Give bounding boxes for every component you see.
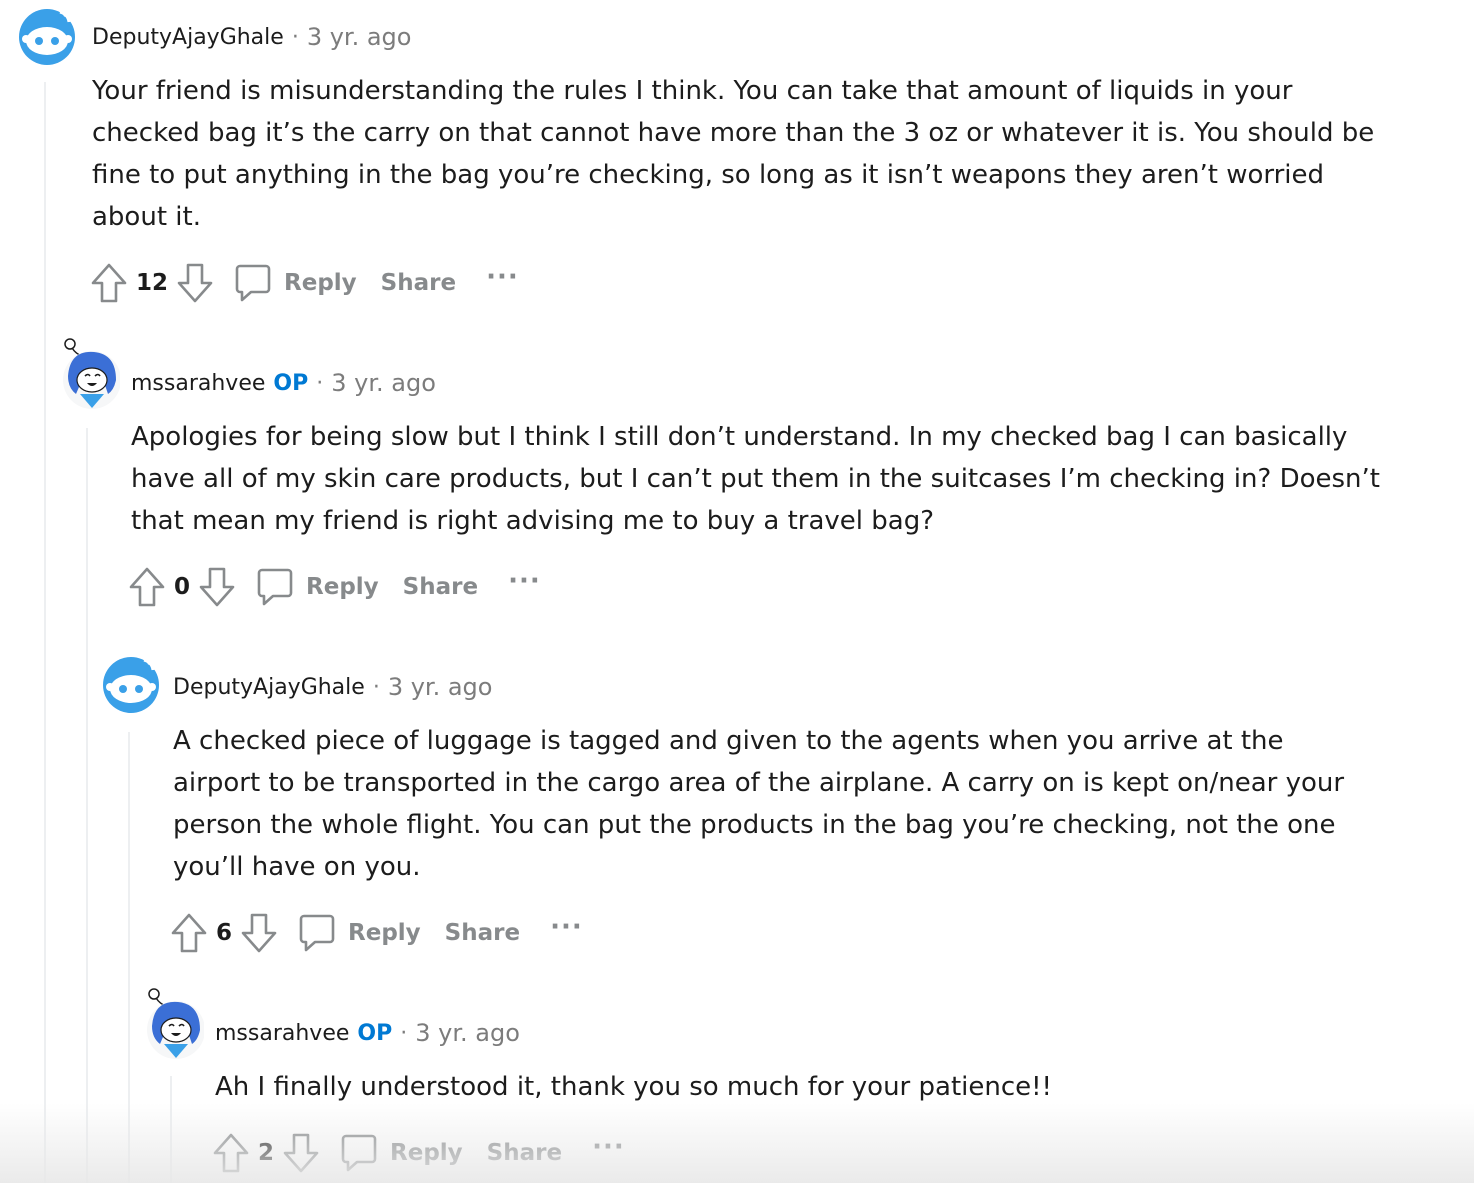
avatar[interactable]	[58, 336, 121, 414]
downvote-icon	[199, 567, 235, 607]
comment-actions: 12 Reply Share ···	[90, 262, 519, 304]
share-button[interactable]: Share	[487, 1140, 562, 1166]
upvote-icon	[91, 263, 127, 303]
reply-label: Reply	[284, 270, 357, 296]
timestamp[interactable]: 3 yr. ago	[307, 23, 412, 51]
vote-score: 0	[174, 574, 191, 600]
comment-header: mssarahvee OP · 3 yr. ago	[215, 1016, 520, 1050]
comment-line: A checked piece of luggage is tagged and…	[173, 726, 1284, 756]
reply-button[interactable]: Reply	[234, 263, 357, 303]
more-options-icon[interactable]: ···	[592, 1132, 625, 1162]
timestamp[interactable]: 3 yr. ago	[415, 1019, 520, 1047]
comment-actions: 2 Reply Share ···	[212, 1132, 625, 1174]
username[interactable]: DeputyAjayGhale	[173, 675, 365, 700]
reply-label: Reply	[348, 920, 421, 946]
comment-header: mssarahvee OP · 3 yr. ago	[131, 366, 436, 400]
upvote-button[interactable]	[128, 566, 166, 608]
thread-line[interactable]	[44, 82, 46, 1183]
reply-label: Reply	[306, 574, 379, 600]
snoo-girl-avatar-icon	[147, 988, 205, 1059]
reply-button[interactable]: Reply	[298, 913, 421, 953]
downvote-button[interactable]	[240, 912, 278, 954]
comment-line: fine to put anything in the bag you’re c…	[92, 160, 1325, 190]
downvote-button[interactable]	[176, 262, 214, 304]
username[interactable]: DeputyAjayGhale	[92, 25, 284, 50]
op-badge: OP	[357, 1020, 393, 1046]
upvote-button[interactable]	[90, 262, 128, 304]
more-options-icon[interactable]: ···	[550, 912, 583, 942]
vote-score: 2	[258, 1140, 275, 1166]
downvote-icon	[177, 263, 213, 303]
comment-line: Apologies for being slow but I think I s…	[131, 422, 1348, 452]
comment-body: Ah I finally understood it, thank you so…	[215, 1066, 1052, 1108]
snoo-default-avatar-icon	[19, 9, 75, 65]
comment-line: airport to be transported in the cargo a…	[173, 768, 1345, 798]
reply-button[interactable]: Reply	[340, 1133, 463, 1173]
more-options-icon[interactable]: ···	[508, 566, 541, 596]
comment-body: Your friend is misunderstanding the rule…	[92, 70, 1374, 238]
op-badge: OP	[273, 370, 309, 396]
downvote-button[interactable]	[282, 1132, 320, 1174]
separator-dot: ·	[316, 370, 324, 396]
comment-line: about it.	[92, 202, 201, 232]
downvote-icon	[241, 913, 277, 953]
comment-line: Your friend is misunderstanding the rule…	[92, 76, 1293, 106]
timestamp[interactable]: 3 yr. ago	[331, 369, 436, 397]
upvote-icon	[171, 913, 207, 953]
thread-line[interactable]	[128, 732, 130, 1183]
username[interactable]: mssarahvee	[131, 371, 265, 396]
comment-line: checked bag it’s the carry on that canno…	[92, 118, 1375, 148]
comment-line: Ah I finally understood it, thank you so…	[215, 1072, 1052, 1102]
timestamp[interactable]: 3 yr. ago	[388, 673, 493, 701]
comment-bubble-icon	[299, 914, 335, 952]
comment-actions: 0 Reply Share ···	[128, 566, 541, 608]
avatar[interactable]	[142, 986, 205, 1064]
upvote-icon	[213, 1133, 249, 1173]
thread-line[interactable]	[170, 1076, 172, 1183]
share-button[interactable]: Share	[445, 920, 520, 946]
comment-actions: 6 Reply Share ···	[170, 912, 583, 954]
comment-line: that mean my friend is right advising me…	[131, 506, 935, 536]
avatar[interactable]	[18, 8, 76, 70]
comment-line: you’ll have on you.	[173, 852, 421, 882]
snoo-girl-avatar-icon	[63, 338, 121, 409]
share-button[interactable]: Share	[381, 270, 456, 296]
username[interactable]: mssarahvee	[215, 1021, 349, 1046]
thread-line[interactable]	[86, 428, 88, 1183]
comment-bubble-icon	[257, 568, 293, 606]
vote-score: 12	[136, 270, 169, 296]
reply-label: Reply	[390, 1140, 463, 1166]
separator-dot: ·	[291, 24, 299, 50]
vote-score: 6	[216, 920, 233, 946]
upvote-button[interactable]	[170, 912, 208, 954]
upvote-button[interactable]	[212, 1132, 250, 1174]
avatar[interactable]	[102, 656, 160, 718]
downvote-button[interactable]	[198, 566, 236, 608]
separator-dot: ·	[372, 674, 380, 700]
comment-bubble-icon	[235, 264, 271, 302]
comment-line: person the whole flight. You can put the…	[173, 810, 1336, 840]
reply-button[interactable]: Reply	[256, 567, 379, 607]
comment-line: have all of my skin care products, but I…	[131, 464, 1380, 494]
more-options-icon[interactable]: ···	[486, 262, 519, 292]
snoo-default-avatar-icon	[103, 657, 159, 713]
share-button[interactable]: Share	[403, 574, 478, 600]
comment-header: DeputyAjayGhale · 3 yr. ago	[92, 20, 411, 54]
separator-dot: ·	[400, 1020, 408, 1046]
downvote-icon	[283, 1133, 319, 1173]
comment-body: A checked piece of luggage is tagged and…	[173, 720, 1344, 888]
comment-body: Apologies for being slow but I think I s…	[131, 416, 1380, 542]
upvote-icon	[129, 567, 165, 607]
comment-header: DeputyAjayGhale · 3 yr. ago	[173, 670, 492, 704]
comment-bubble-icon	[341, 1134, 377, 1172]
